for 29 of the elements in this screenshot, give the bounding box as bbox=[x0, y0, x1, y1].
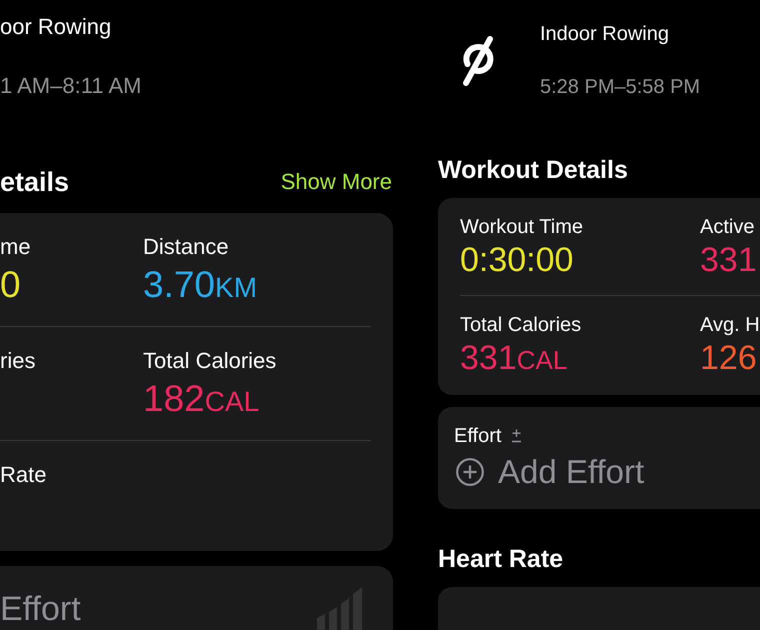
metric-label: me bbox=[0, 234, 31, 260]
workout-time: 1 AM–8:11 AM bbox=[0, 73, 142, 99]
metric-value: 182CAL bbox=[143, 379, 260, 421]
metric-value: 3.70KM bbox=[143, 265, 258, 307]
metric-value: 0 bbox=[0, 265, 21, 305]
workout-title: Indoor Rowing bbox=[540, 22, 669, 46]
metric-label: Distance bbox=[143, 234, 229, 260]
metric-value: 331CAL bbox=[460, 339, 568, 379]
show-more-link[interactable]: Show More bbox=[280, 169, 392, 195]
metric-label: Rate bbox=[0, 462, 46, 488]
metric-label: Total Calories bbox=[143, 348, 276, 374]
section-heading: etails bbox=[0, 167, 70, 197]
circle-plus-icon bbox=[456, 458, 484, 486]
metric-label: Total Calories bbox=[460, 313, 582, 337]
effort-label: Effort bbox=[0, 590, 81, 628]
workout-time: 5:28 PM–5:58 PM bbox=[540, 75, 700, 99]
metric-label: ries bbox=[0, 348, 36, 374]
metric-label: Workout Time bbox=[460, 215, 583, 239]
metric-value: 126 bbox=[700, 339, 757, 377]
section-heading: Workout Details bbox=[438, 155, 628, 185]
plus-minus-icon bbox=[511, 429, 522, 443]
metric-label: Active bbox=[700, 215, 754, 239]
add-effort-button[interactable]: Add Effort bbox=[454, 453, 644, 491]
metric-value: 0:30:00 bbox=[460, 241, 574, 279]
section-heading: Heart Rate bbox=[438, 544, 564, 574]
metric-label: Avg. H bbox=[700, 313, 760, 337]
workout-title: oor Rowing bbox=[0, 14, 112, 40]
metric-value: 331 bbox=[700, 241, 757, 279]
effort-label: Effort bbox=[454, 424, 502, 448]
